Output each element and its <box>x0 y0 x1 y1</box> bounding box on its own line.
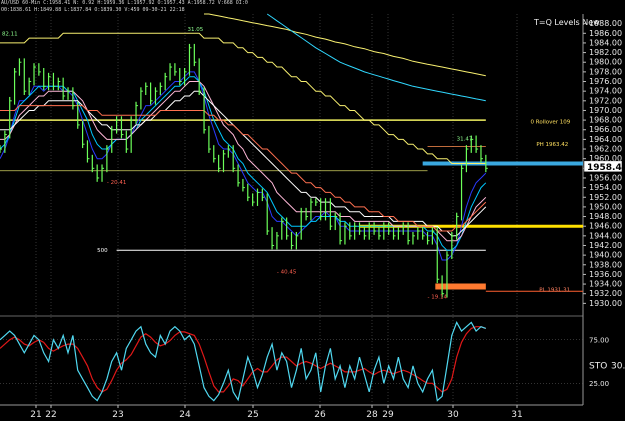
chart-annotation: 0 Rollover 109 <box>531 119 571 125</box>
time-tick-label: 30 <box>447 410 459 420</box>
chart-annotation: PH 1963.42 <box>536 142 568 148</box>
price-tick-label: 1968.00 <box>589 116 622 125</box>
chart-annotation: - 20.41 <box>107 180 126 186</box>
moving-average-line <box>204 13 486 77</box>
price-tick-label: 1964.00 <box>589 135 622 144</box>
time-tick-label: 22 <box>45 410 56 420</box>
price-tick-label: 1944.00 <box>589 231 622 240</box>
price-tick-label: 1948.00 <box>589 212 622 221</box>
time-tick-label: 26 <box>314 410 326 420</box>
chart-annotation: PL 1931.31 <box>539 287 570 293</box>
moving-average-line <box>266 13 486 102</box>
price-tick-label: 1952.00 <box>589 193 622 202</box>
last-price-label: 1958.41 <box>587 163 625 173</box>
price-tick-label: 1988.00 <box>589 19 622 28</box>
time-tick-label: 24 <box>179 410 191 420</box>
time-tick-label: 25 <box>247 410 258 420</box>
price-tick-label: 1984.00 <box>589 38 622 47</box>
price-tick-label: 1934.00 <box>589 280 622 289</box>
time-tick-label: 23 <box>112 410 123 420</box>
price-tick-label: 1942.00 <box>589 241 622 250</box>
price-tick-label: 1940.00 <box>589 251 622 260</box>
chart-annotation: 31.47 <box>457 136 473 142</box>
moving-average-line <box>0 105 487 232</box>
chart-annotation: - 40.45 <box>277 269 297 275</box>
price-tick-label: 1938.00 <box>589 260 622 269</box>
price-tick-label: 1970.00 <box>589 106 622 115</box>
price-tick-label: 1974.00 <box>589 87 622 96</box>
price-tick-label: 1966.00 <box>589 125 622 134</box>
price-tick-label: 1986.00 <box>589 29 622 38</box>
price-tick-label: 1972.00 <box>589 96 622 105</box>
price-tick-label: 1976.00 <box>589 77 622 86</box>
chart-annotation: - 19.14 <box>428 295 448 301</box>
price-tick-label: 1954.00 <box>589 183 622 192</box>
time-tick-label: 28 <box>366 410 378 420</box>
price-chart: 1988.001986.001984.001982.001980.001978.… <box>0 13 625 420</box>
price-tick-label: 1982.00 <box>589 48 622 57</box>
price-tick-label: 1950.00 <box>589 202 622 211</box>
chart-annotation: 82.11 <box>2 32 18 38</box>
time-tick-label: 29 <box>382 410 394 420</box>
price-tick-label: 1956.00 <box>589 173 622 182</box>
time-tick-label: 31 <box>511 410 522 420</box>
oscillator-name: STO <box>589 361 607 371</box>
price-tick-label: 1932.00 <box>589 289 622 298</box>
time-tick-label: 21 <box>30 410 41 420</box>
chart-annotation: 500 <box>97 248 108 254</box>
price-tick-label: 1930.00 <box>589 299 622 308</box>
price-tick-label: 1962.00 <box>589 145 622 154</box>
oscillator-tick-label: 25.00 <box>589 380 609 388</box>
price-tick-label: 1978.00 <box>589 67 622 76</box>
chart-annotation: 31.05 <box>188 27 204 33</box>
price-tick-label: 1980.00 <box>589 58 622 67</box>
oscillator-fast-line <box>0 320 487 402</box>
oscillator-value: 30. <box>611 361 625 371</box>
oscillator-tick-label: 75.00 <box>589 336 609 344</box>
price-tick-label: 1936.00 <box>589 270 622 279</box>
price-tick-label: 1946.00 <box>589 222 622 231</box>
